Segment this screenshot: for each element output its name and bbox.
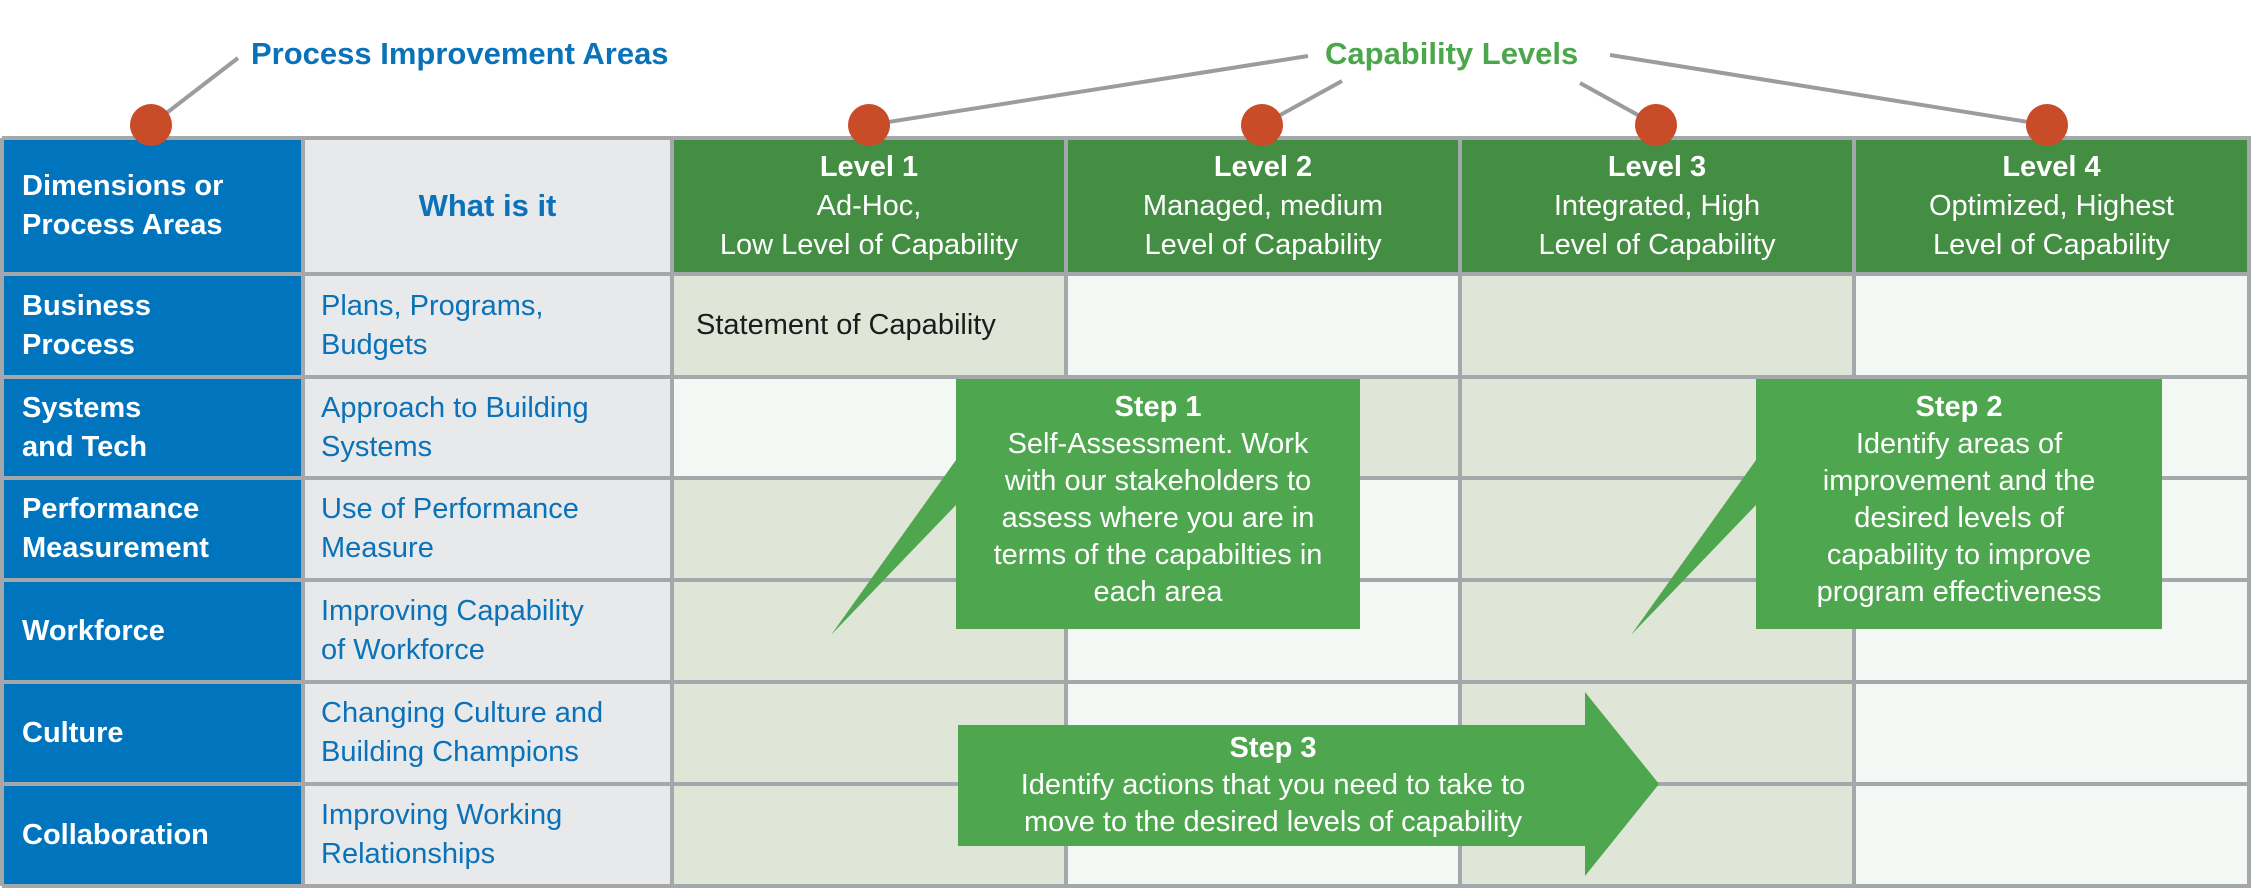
step-2-line: capability to improve	[1826, 539, 2092, 571]
level-1-marker-dot	[848, 104, 890, 146]
step-3-line: Identify actions that you need to take t…	[1020, 769, 1526, 801]
step-1-line: each area	[1093, 576, 1223, 608]
step-1-line: assess where you are in	[1001, 502, 1315, 534]
level-4-marker-dot	[2026, 104, 2068, 146]
step-3-title: Step 3	[1229, 732, 1317, 764]
process-areas-marker-dot	[130, 104, 172, 146]
step-2-line: improvement and the	[1822, 465, 2096, 497]
step-3-callout: Step 3 Identify actions that you need to…	[958, 730, 1588, 841]
level-3-marker-dot	[1635, 104, 1677, 146]
leader-line-level-1	[868, 54, 1309, 127]
step-1-line: Self-Assessment. Work	[1007, 428, 1309, 460]
step-1-line: terms of the capabilties in	[993, 539, 1323, 571]
step-2-title: Step 2	[1915, 391, 2003, 423]
step-1-line: with our stakeholders to	[1004, 465, 1312, 497]
step-2-line: desired levels of	[1854, 502, 2064, 534]
level-2-marker-dot	[1241, 104, 1283, 146]
step-1-title: Step 1	[1114, 391, 1202, 423]
step-3-line: move to the desired levels of capability	[1023, 806, 1523, 838]
step-1-callout: Step 1 Self-Assessment. Work with our st…	[956, 389, 1360, 611]
leader-lines	[149, 53, 2048, 127]
leader-line-level-4	[1609, 53, 2048, 127]
step-2-line: Identify areas of	[1855, 428, 2063, 460]
step-2-line: program effectiveness	[1816, 576, 2102, 608]
step-2-callout: Step 2 Identify areas of improvement and…	[1756, 389, 2162, 611]
